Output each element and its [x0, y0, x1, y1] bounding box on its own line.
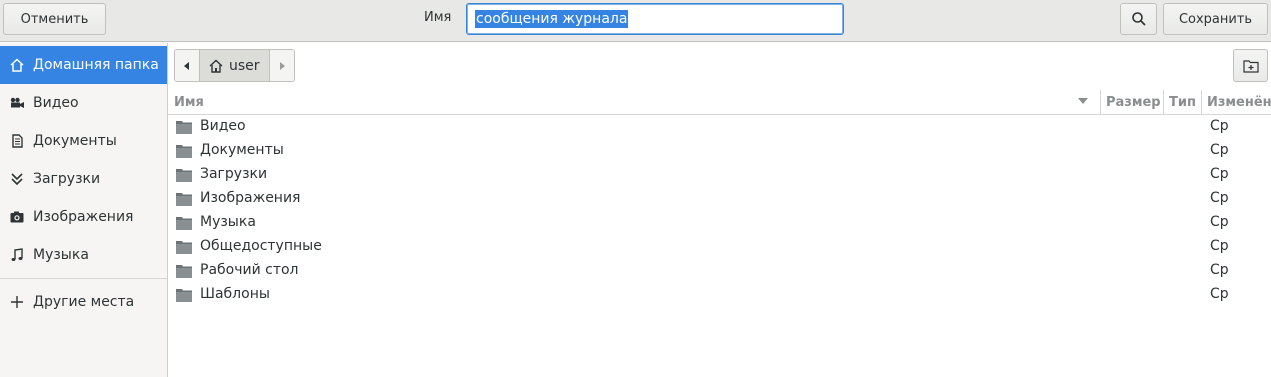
cancel-button[interactable]: Отменить [3, 3, 106, 35]
column-size-label: Размер [1106, 94, 1161, 110]
file-modified: Ср [1210, 286, 1229, 302]
plus-icon [8, 293, 26, 311]
folder-icon [176, 216, 192, 230]
file-name: Изображения [200, 190, 301, 206]
sidebar-item-video[interactable]: Видео [0, 84, 167, 122]
search-icon [1131, 12, 1146, 26]
file-modified: Ср [1210, 262, 1229, 278]
file-row[interactable]: Видео Ср [168, 115, 1271, 139]
filename-label: Имя [424, 10, 452, 25]
video-camera-icon [8, 94, 26, 112]
file-name: Музыка [200, 214, 256, 230]
filename-input[interactable]: сообщения журнала [466, 3, 844, 35]
file-modified: Ср [1210, 190, 1229, 206]
folder-icon [176, 288, 192, 302]
file-modified: Ср [1210, 214, 1229, 230]
column-name-label: Имя [174, 94, 204, 110]
chevron-left-icon [184, 61, 189, 70]
sidebar-item-home[interactable]: Домашняя папка [0, 46, 167, 84]
search-button[interactable] [1120, 3, 1157, 35]
sidebar-item-label: Изображения [33, 209, 134, 225]
chevron-right-icon [279, 61, 285, 70]
new-folder-button[interactable] [1233, 49, 1268, 82]
sidebar-item-label: Загрузки [33, 171, 101, 187]
sidebar-item-music[interactable]: Музыка [0, 236, 167, 274]
file-name: Видео [200, 118, 246, 134]
camera-icon [8, 208, 26, 226]
file-modified: Ср [1210, 142, 1229, 158]
file-name: Загрузки [200, 166, 268, 182]
document-icon [8, 132, 26, 150]
save-button[interactable]: Сохранить [1163, 3, 1268, 35]
file-name: Шаблоны [200, 286, 270, 302]
new-folder-icon [1242, 59, 1259, 73]
download-icon [8, 170, 26, 188]
sidebar-item-downloads[interactable]: Загрузки [0, 160, 167, 198]
sidebar-item-label: Видео [33, 95, 79, 111]
sidebar-divider [0, 278, 167, 279]
folder-icon [176, 120, 192, 134]
places-sidebar: Домашняя папка Видео Документы Загрузки … [0, 43, 168, 377]
file-row[interactable]: Загрузки Ср [168, 163, 1271, 187]
file-row[interactable]: Документы Ср [168, 139, 1271, 163]
sidebar-item-label: Документы [33, 133, 117, 149]
path-forward-button[interactable] [269, 50, 294, 81]
file-list-header: Имя Размер Тип Изменён [168, 90, 1271, 115]
file-name: Общедоступные [200, 238, 322, 254]
sort-down-icon [1078, 98, 1088, 104]
folder-icon [176, 240, 192, 254]
folder-icon [176, 264, 192, 278]
sidebar-item-label: Музыка [33, 247, 89, 263]
file-name: Документы [200, 142, 284, 158]
file-name: Рабочий стол [200, 262, 299, 278]
file-modified: Ср [1210, 166, 1229, 182]
path-bar: user [174, 49, 295, 82]
column-size[interactable]: Размер [1100, 90, 1163, 114]
sidebar-item-other-places[interactable]: Другие места [0, 283, 167, 321]
folder-icon [176, 192, 192, 206]
column-type-label: Тип [1169, 94, 1196, 110]
file-row[interactable]: Изображения Ср [168, 187, 1271, 211]
column-modified[interactable]: Изменён [1201, 90, 1271, 114]
column-name[interactable]: Имя [168, 90, 1100, 114]
path-crumb-label: user [229, 57, 260, 74]
file-modified: Ср [1210, 238, 1229, 254]
folder-icon [176, 168, 192, 182]
sidebar-item-label: Другие места [33, 294, 135, 310]
file-list: Видео Ср Документы Ср Загрузки Ср Изображен… [168, 115, 1271, 307]
column-type[interactable]: Тип [1163, 90, 1201, 114]
file-row[interactable]: Рабочий стол Ср [168, 259, 1271, 283]
header-bar: Отменить Имя сообщения журнала Сохранить [0, 0, 1271, 42]
filename-input-value: сообщения журнала [475, 10, 629, 28]
folder-icon [176, 144, 192, 158]
file-row[interactable]: Общедоступные Ср [168, 235, 1271, 259]
sidebar-item-documents[interactable]: Документы [0, 122, 167, 160]
sidebar-item-label: Домашняя папка [33, 57, 159, 73]
path-back-button[interactable] [175, 50, 199, 81]
home-icon [8, 56, 26, 74]
column-modified-label: Изменён [1207, 94, 1271, 110]
file-row[interactable]: Шаблоны Ср [168, 283, 1271, 307]
music-note-icon [8, 246, 26, 264]
sidebar-item-pictures[interactable]: Изображения [0, 198, 167, 236]
file-modified: Ср [1210, 118, 1229, 134]
file-row[interactable]: Музыка Ср [168, 211, 1271, 235]
home-icon [208, 58, 224, 74]
path-crumb-user[interactable]: user [199, 50, 270, 81]
